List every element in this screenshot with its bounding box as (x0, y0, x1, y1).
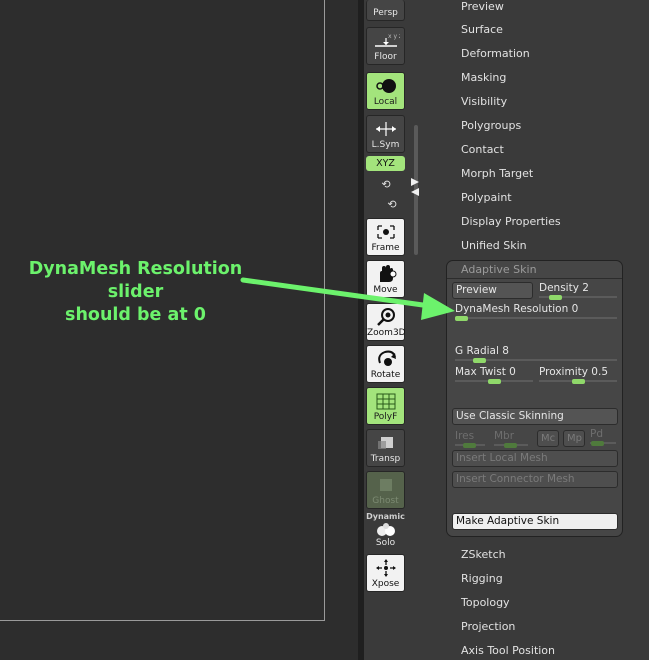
annotation-arrow-icon (240, 277, 455, 320)
